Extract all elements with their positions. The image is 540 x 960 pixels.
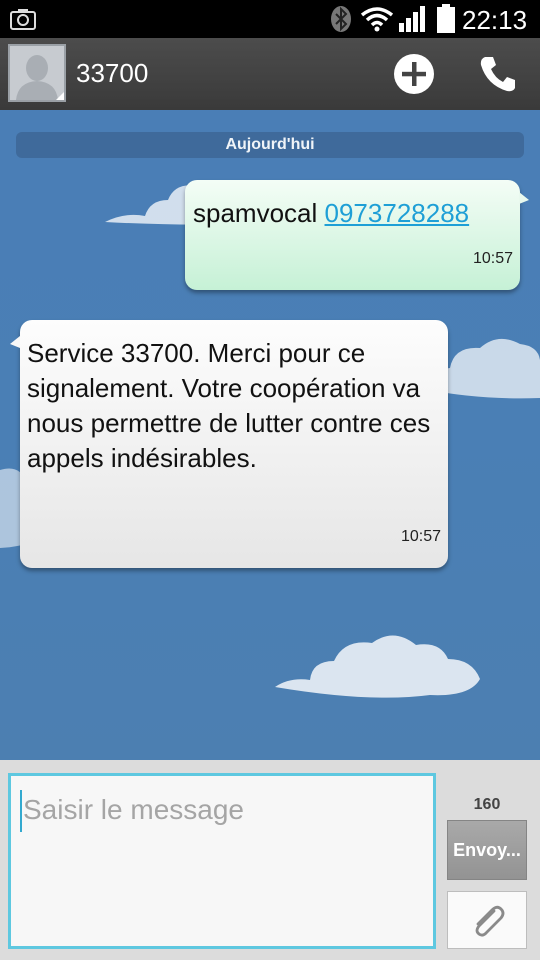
bubble-tail (519, 192, 529, 204)
incoming-message[interactable]: Service 33700. Merci pour ce signalement… (10, 320, 448, 568)
send-button[interactable]: Envoy... (447, 820, 527, 880)
paperclip-icon (475, 905, 505, 937)
attach-button[interactable] (447, 891, 527, 949)
character-counter: 160 (473, 796, 501, 813)
message-input[interactable] (8, 773, 436, 949)
message-body: spamvocal (193, 198, 318, 228)
call-button[interactable] (476, 52, 520, 96)
message-thread[interactable]: Aujourd'hui spamvocal 0973728288 10:57 S… (0, 110, 540, 760)
add-icon (394, 54, 434, 94)
message-text: Service 33700. Merci pour ce signalement… (27, 338, 431, 473)
camera-icon (10, 9, 36, 30)
signal-icon (399, 6, 425, 32)
avatar-icon (10, 46, 64, 100)
add-button[interactable] (392, 52, 436, 96)
battery-icon (437, 4, 455, 33)
wifi-icon (360, 7, 394, 32)
date-separator: Aujourd'hui (16, 132, 524, 158)
status-time: 22:13 (462, 5, 528, 35)
cloud-decoration (275, 635, 480, 698)
status-bar: 22:13 (0, 0, 540, 38)
text-cursor (20, 790, 22, 832)
conversation-header: 33700 (0, 38, 540, 112)
call-icon (480, 57, 515, 92)
message-time: 10:57 (400, 528, 441, 545)
message-text: spamvocal 0973728288 (193, 198, 469, 229)
contact-name[interactable]: 33700 (76, 58, 148, 89)
bubble-tail (10, 336, 20, 348)
outgoing-message[interactable]: spamvocal 0973728288 10:57 (185, 180, 529, 290)
phone-link[interactable]: 0973728288 (325, 198, 470, 228)
message-time: 10:57 (472, 250, 513, 267)
composer-bar: 160 Envoy... (0, 760, 540, 960)
avatar[interactable] (8, 44, 66, 102)
bluetooth-icon (331, 6, 351, 32)
